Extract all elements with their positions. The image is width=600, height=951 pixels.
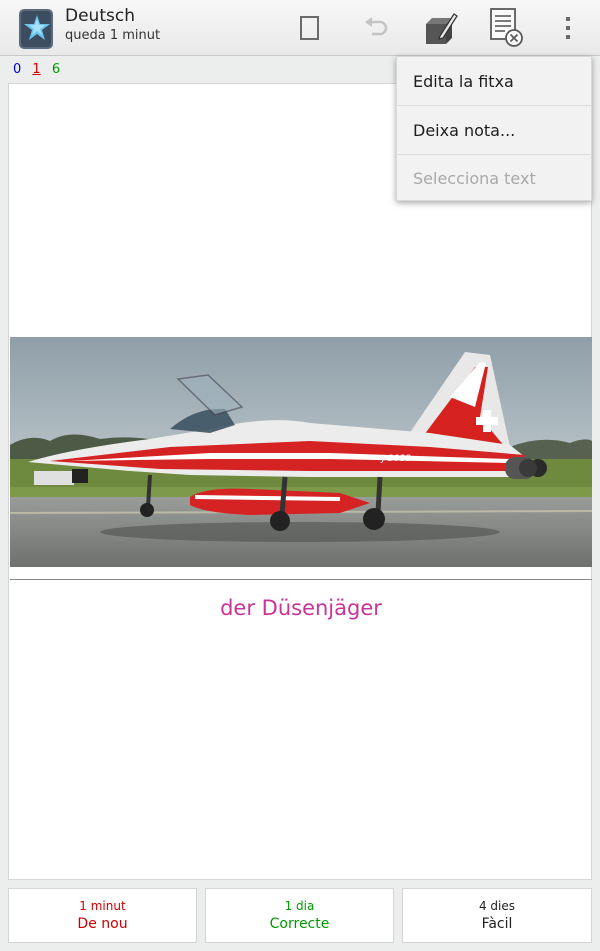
easy-label: Fàcil: [481, 915, 513, 932]
menu-item-add-note[interactable]: Deixa nota...: [397, 106, 591, 155]
review-count: 6: [51, 62, 61, 77]
again-button[interactable]: 1 minut De nou: [8, 888, 197, 943]
edit-note-button[interactable]: [418, 0, 462, 56]
good-interval: 1 dia: [284, 898, 315, 913]
bury-card-button[interactable]: [484, 0, 528, 56]
undo-button[interactable]: [354, 0, 398, 56]
good-label: Correcte: [269, 915, 330, 932]
easy-interval: 4 dies: [478, 898, 516, 913]
card-divider: [10, 579, 592, 580]
easy-button[interactable]: 4 dies Fàcil: [402, 888, 592, 943]
card-counts: 0 1 6: [13, 62, 67, 77]
undo-icon: [365, 17, 388, 36]
mark-icon: [300, 16, 319, 40]
deck-title: Deutsch: [65, 6, 135, 26]
jet-fighter-image: J-3088: [9, 337, 593, 567]
flashcard[interactable]: J-3088 der Düsenjäger: [8, 83, 593, 880]
learning-count: 1: [32, 62, 41, 77]
edit-note-icon: [426, 13, 458, 44]
action-bar: Deutsch queda 1 minut: [0, 0, 600, 56]
menu-item-edit-card[interactable]: Edita la fitxa: [397, 57, 591, 106]
again-interval: 1 minut: [79, 898, 126, 913]
mark-card-button[interactable]: [288, 0, 332, 56]
svg-text:J-3088: J-3088: [380, 454, 411, 464]
new-count: 0: [13, 62, 22, 77]
app-icon[interactable]: [19, 6, 55, 50]
card-answer-text: der Düsenjäger: [220, 596, 382, 620]
remaining-time: queda 1 minut: [65, 28, 161, 43]
more-vertical-icon: [566, 17, 570, 39]
menu-item-select-text: Selecciona text: [413, 168, 536, 188]
overflow-menu-button[interactable]: [552, 0, 584, 56]
again-label: De nou: [77, 915, 128, 932]
good-button[interactable]: 1 dia Correcte: [205, 888, 394, 943]
overflow-menu: Edita la fitxa Deixa nota... Selecciona …: [396, 56, 592, 201]
dismiss-card-icon: [490, 8, 523, 47]
